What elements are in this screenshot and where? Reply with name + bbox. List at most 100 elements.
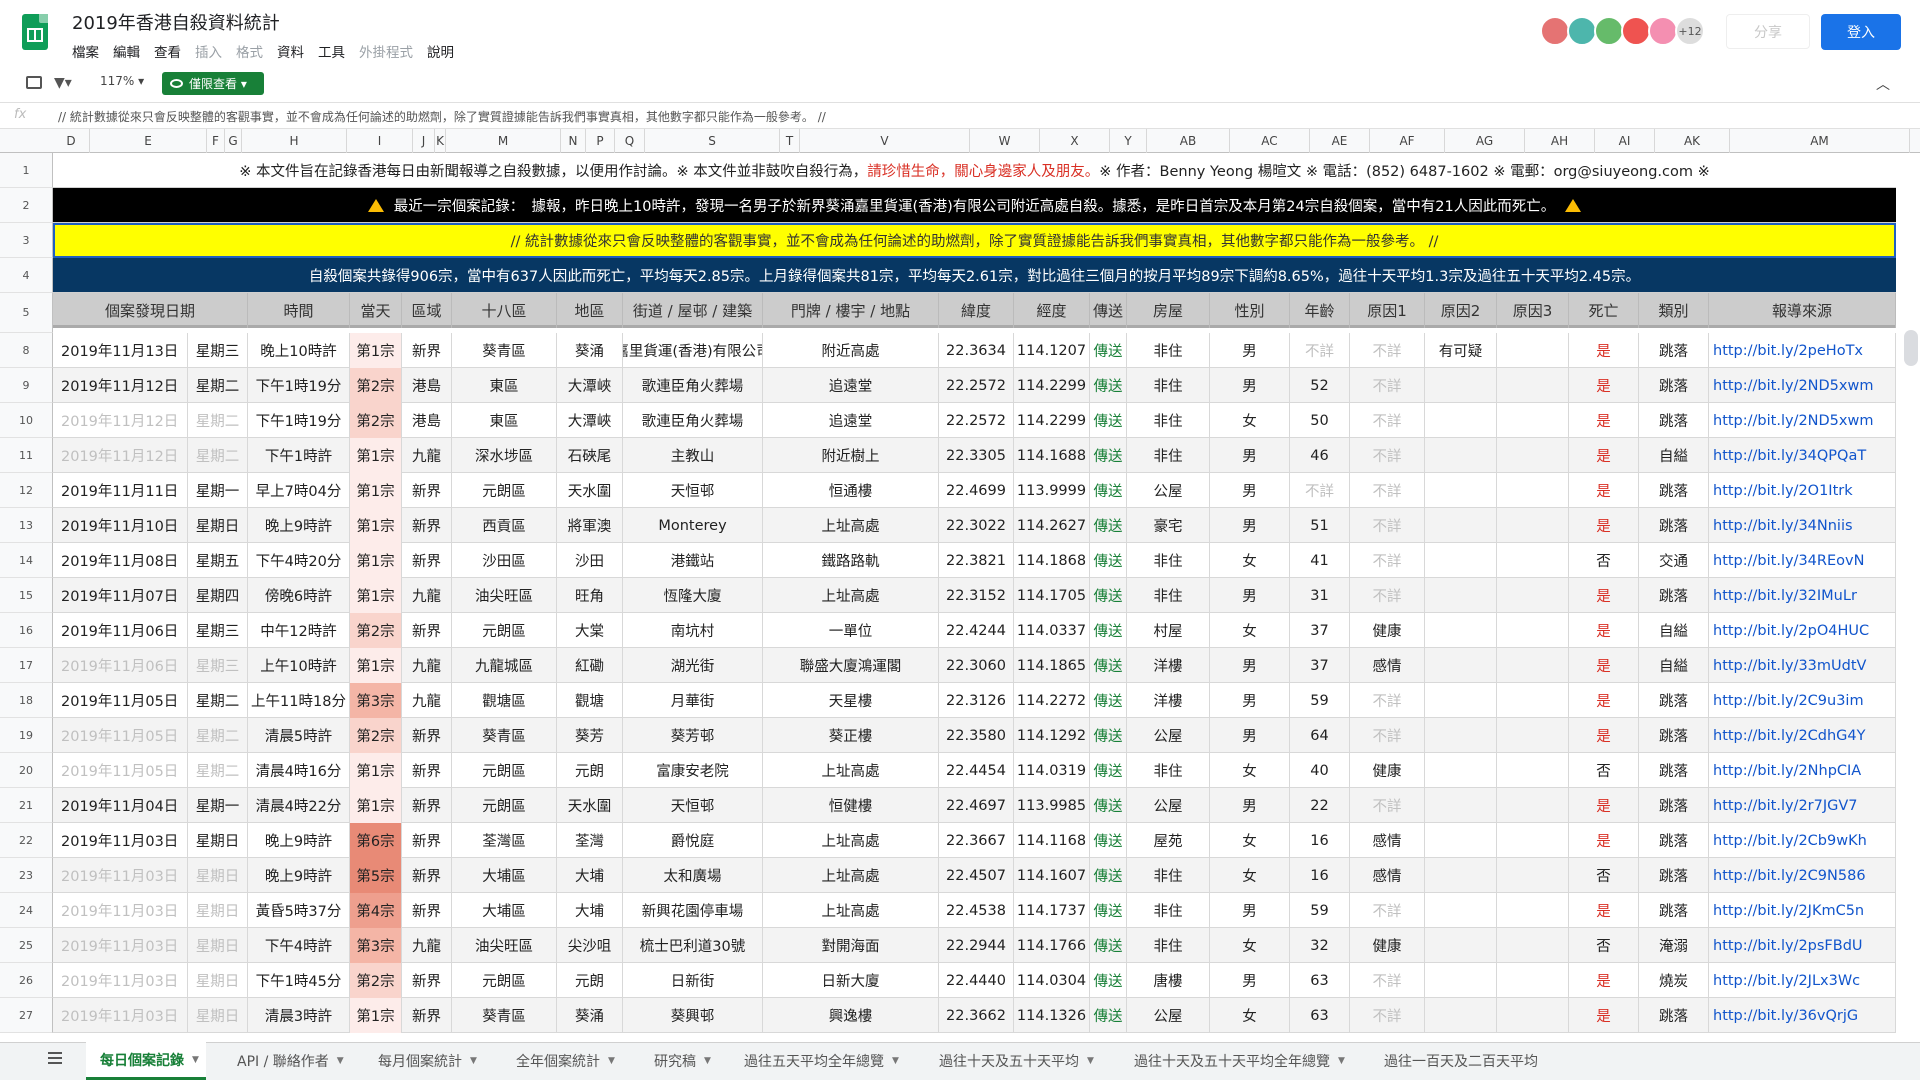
cell-src[interactable]: http://bit.ly/2O1Itrk bbox=[1709, 473, 1896, 508]
menu-item[interactable]: 說明 bbox=[427, 41, 454, 61]
sheet-tab[interactable]: 每月個案統計 ▼ bbox=[364, 1042, 494, 1080]
table-row[interactable]: 2019年11月08日 星期五 下午4時20分 第1宗 新界 沙田區 沙田 港鐵站 鐵路路軌 22… bbox=[53, 543, 1896, 578]
cell-src[interactable]: http://bit.ly/34REovN bbox=[1709, 543, 1896, 578]
sheet-tab[interactable]: 過往一百天及二百天平均 bbox=[1370, 1042, 1560, 1080]
row-header[interactable]: 23 bbox=[0, 858, 53, 893]
row-header[interactable]: 26 bbox=[0, 963, 53, 998]
table-row[interactable]: 2019年11月12日 星期二 下午1時19分 第2宗 港島 東區 大潭峽 歌連臣角火葬場 追遠… bbox=[53, 368, 1896, 403]
column-header-w[interactable]: W bbox=[970, 129, 1040, 153]
row-header[interactable]: 12 bbox=[0, 473, 53, 508]
row-header[interactable]: 24 bbox=[0, 893, 53, 928]
table-row[interactable]: 2019年11月11日 星期一 早上7時04分 第1宗 新界 元朗區 天水圍 天恒邨 恒通樓 22… bbox=[53, 473, 1896, 508]
summary-banner[interactable]: 自殺個案共錄得906宗，當中有637人因此而死亡，平均每天2.85宗。上月錄得個… bbox=[53, 258, 1896, 293]
column-header-j[interactable]: J bbox=[413, 129, 435, 153]
menu-item[interactable]: 插入 bbox=[195, 41, 222, 61]
zoom-select[interactable]: 117% ▾ bbox=[100, 74, 144, 88]
share-button[interactable]: 分享 bbox=[1726, 14, 1810, 49]
row-header[interactable]: 11 bbox=[0, 438, 53, 473]
row-header[interactable]: 22 bbox=[0, 823, 53, 858]
column-header-ai[interactable]: AI bbox=[1595, 129, 1655, 153]
column-header-p[interactable]: P bbox=[586, 129, 615, 153]
row-header[interactable]: 2 bbox=[0, 188, 53, 223]
row-header[interactable]: 25 bbox=[0, 928, 53, 963]
all-sheets-icon[interactable] bbox=[48, 1052, 62, 1064]
row-header[interactable]: 8 bbox=[0, 333, 53, 368]
avatar[interactable] bbox=[1594, 16, 1624, 46]
table-row[interactable]: 2019年11月05日 星期二 清晨5時許 第2宗 新界 葵青區 葵芳 葵芳邨 葵正樓 22.35… bbox=[53, 718, 1896, 753]
cell-src[interactable]: http://bit.ly/2ND5xwm bbox=[1709, 403, 1896, 438]
column-header-ab[interactable]: AB bbox=[1147, 129, 1230, 153]
sheet-tab[interactable]: 過往五天平均全年總覽 ▼ bbox=[730, 1042, 920, 1080]
sheet-tab[interactable]: 全年個案統計 ▼ bbox=[502, 1042, 632, 1080]
view-only-button[interactable]: 僅限查看 ▾ bbox=[162, 72, 264, 95]
row-header[interactable]: 4 bbox=[0, 258, 53, 293]
column-header-h[interactable]: H bbox=[242, 129, 347, 153]
column-header-n[interactable]: N bbox=[561, 129, 586, 153]
table-row[interactable]: 2019年11月13日星期三晚上10時許第1宗新界葵青區葵涌嘉里貨運(香港)有限… bbox=[53, 333, 1896, 368]
table-row[interactable]: 2019年11月03日 星期日 晚上9時許 第6宗 新界 荃灣區 荃灣 爵悅庭 上址高處 22.3… bbox=[53, 823, 1896, 858]
menu-item[interactable]: 檔案 bbox=[72, 41, 99, 61]
sheets-logo-icon[interactable] bbox=[22, 14, 48, 50]
table-row[interactable]: 2019年11月05日 星期二 上午11時18分 第3宗 九龍 觀塘區 觀塘 月華街 天星樓 22… bbox=[53, 683, 1896, 718]
table-row[interactable]: 2019年11月10日 星期日 晚上9時許 第1宗 新界 西貢區 將軍澳 Monterey 上址… bbox=[53, 508, 1896, 543]
cell-src[interactable]: http://bit.ly/2Cb9wKh bbox=[1709, 823, 1896, 858]
row-header[interactable]: 18 bbox=[0, 683, 53, 718]
row-header[interactable]: 1 bbox=[0, 153, 53, 188]
table-row[interactable]: 2019年11月03日 星期日 下午4時許 第3宗 九龍 油尖旺區 尖沙咀 梳士巴利道30號對… bbox=[53, 928, 1896, 963]
row-header[interactable]: 16 bbox=[0, 613, 53, 648]
avatar[interactable] bbox=[1621, 16, 1651, 46]
avatar[interactable] bbox=[1648, 16, 1678, 46]
row-header[interactable]: 17 bbox=[0, 648, 53, 683]
menu-item[interactable]: 查看 bbox=[154, 41, 181, 61]
formula-content[interactable]: // 統計數據從來只會反映整體的客觀事實，並不會成為任何論述的助燃劑，除了實質證… bbox=[58, 108, 826, 125]
filter-icon[interactable]: ▼▾ bbox=[54, 75, 72, 91]
row-header[interactable]: 10 bbox=[0, 403, 53, 438]
column-header-k[interactable]: K bbox=[435, 129, 446, 153]
sheet-tab[interactable]: 每日個案記錄 ▼ bbox=[86, 1042, 206, 1080]
row-header[interactable]: 3 bbox=[0, 223, 53, 258]
cell-src[interactable]: http://bit.ly/2NhpCIA bbox=[1709, 753, 1896, 788]
cell-src[interactable]: http://bit.ly/2JLx3Wc bbox=[1709, 963, 1896, 998]
column-header-af[interactable]: AF bbox=[1370, 129, 1445, 153]
table-row[interactable]: 2019年11月05日 星期二 清晨4時16分 第1宗 新界 元朗區 元朗 富康安老院 上址高處… bbox=[53, 753, 1896, 788]
cell-src[interactable]: http://bit.ly/2ND5xwm bbox=[1709, 368, 1896, 403]
column-header-v[interactable]: V bbox=[800, 129, 970, 153]
column-header-f[interactable]: F bbox=[207, 129, 225, 153]
column-header-d[interactable]: D bbox=[53, 129, 90, 153]
cell-src[interactable]: http://bit.ly/36vQrjG bbox=[1709, 998, 1896, 1033]
row-header[interactable]: 13 bbox=[0, 508, 53, 543]
cell-src[interactable]: http://bit.ly/32IMuLr bbox=[1709, 578, 1896, 613]
collapse-menus-icon[interactable]: ︿ bbox=[1876, 74, 1890, 94]
cell-src[interactable]: http://bit.ly/2peHoTx bbox=[1709, 333, 1896, 368]
table-row[interactable]: 2019年11月06日 星期三 中午12時許 第2宗 新界 元朗區 大棠 南坑村 一單位 22.4… bbox=[53, 613, 1896, 648]
info-banner[interactable]: ※ 本文件旨在記錄香港每日由新聞報導之自殺數據，以便用作討論。※ 本文件並非鼓吹… bbox=[53, 153, 1896, 188]
sheet-tab[interactable]: 研究稿 ▼ bbox=[640, 1042, 725, 1080]
table-row[interactable]: 2019年11月12日 星期二 下午1時19分 第2宗 港島 東區 大潭峽 歌連臣角火葬場 追遠… bbox=[53, 403, 1896, 438]
print-icon[interactable] bbox=[26, 76, 42, 89]
table-row[interactable]: 2019年11月12日 星期二 下午1時許 第1宗 九龍 深水埗區 石硤尾 主教山 附近樹上 22… bbox=[53, 438, 1896, 473]
disclaimer-banner[interactable]: // 統計數據從來只會反映整體的客觀事實，並不會成為任何論述的助燃劑，除了實質證… bbox=[53, 223, 1896, 258]
table-row[interactable]: 2019年11月07日 星期四 傍晚6時許 第1宗 九龍 油尖旺區 旺角 恆隆大廈 上址高處 22… bbox=[53, 578, 1896, 613]
row-header[interactable]: 9 bbox=[0, 368, 53, 403]
row-header[interactable]: 19 bbox=[0, 718, 53, 753]
table-row[interactable]: 2019年11月03日 星期日 清晨3時許 第1宗 新界 葵青區 葵涌 葵興邨 興逸樓 22.36… bbox=[53, 998, 1896, 1033]
menu-item[interactable]: 工具 bbox=[318, 41, 345, 61]
cell-src[interactable]: http://bit.ly/2JKmC5n bbox=[1709, 893, 1896, 928]
collaborator-avatars[interactable]: +12 bbox=[1540, 16, 1705, 46]
cell-src[interactable]: http://bit.ly/34Nniis bbox=[1709, 508, 1896, 543]
vertical-scrollbar[interactable] bbox=[1904, 330, 1918, 366]
column-header-e[interactable]: E bbox=[90, 129, 207, 153]
more-collaborators-badge[interactable]: +12 bbox=[1675, 16, 1705, 46]
cell-src[interactable]: http://bit.ly/34QPQaT bbox=[1709, 438, 1896, 473]
table-row[interactable]: 2019年11月03日 星期日 晚上9時許 第5宗 新界 大埔區 大埔 太和廣場 上址高處 22.… bbox=[53, 858, 1896, 893]
column-header-ac[interactable]: AC bbox=[1230, 129, 1310, 153]
column-header-y[interactable]: Y bbox=[1110, 129, 1147, 153]
row-header[interactable]: 5 bbox=[0, 293, 53, 333]
column-header-m[interactable]: M bbox=[446, 129, 561, 153]
cell-src[interactable]: http://bit.ly/2C9u3im bbox=[1709, 683, 1896, 718]
login-button[interactable]: 登入 bbox=[1821, 14, 1901, 50]
menu-item[interactable]: 格式 bbox=[236, 41, 263, 61]
sheet-tab[interactable]: API / 聯絡作者 ▼ bbox=[223, 1042, 358, 1080]
row-header[interactable]: 20 bbox=[0, 753, 53, 788]
table-row[interactable]: 2019年11月03日 星期日 黃昏5時37分 第4宗 新界 大埔區 大埔 新興花園停車場 上址… bbox=[53, 893, 1896, 928]
